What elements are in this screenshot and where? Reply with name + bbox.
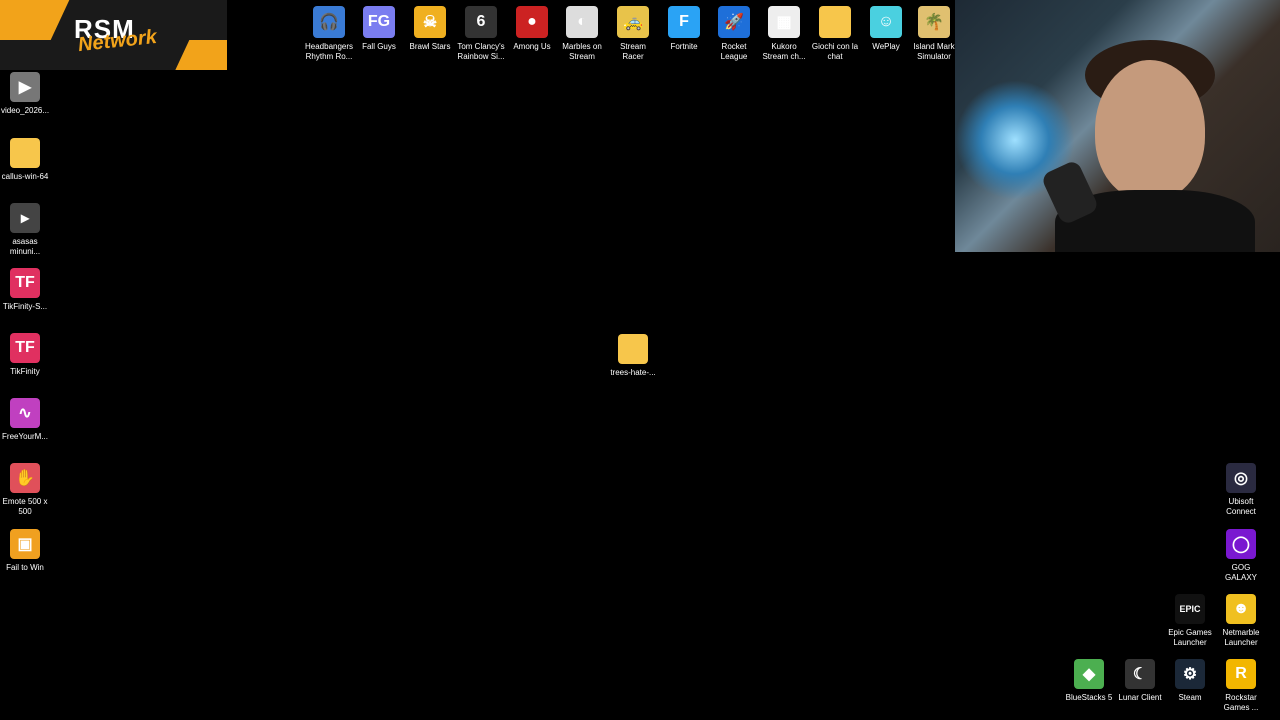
netmarble-icon: ☻ [1226, 594, 1256, 624]
kukoro-icon: ▦ [768, 6, 800, 38]
rainbow-six-icon: 6 [465, 6, 497, 38]
desktop-icon-rockstar[interactable]: R Rockstar Games ... [1217, 659, 1265, 713]
emote-image-icon: ✋ [10, 463, 40, 493]
desktop-icon-weplay[interactable]: ☺ WePlay [862, 6, 910, 52]
desktop-icon-rocket-league[interactable]: 🚀 Rocket League [710, 6, 758, 62]
video-file-icon: ▸ [10, 203, 40, 233]
tikfinity-icon: TF [10, 268, 40, 298]
desktop-icon-bluestacks[interactable]: ◆ BlueStacks 5 [1065, 659, 1113, 703]
webcam-overlay [955, 0, 1280, 252]
desktop-icon-stream-racer[interactable]: 🚕 Stream Racer [609, 6, 657, 62]
folder-icon [618, 334, 648, 364]
desktop-icon-netmarble[interactable]: ☻ Netmarble Launcher [1217, 594, 1265, 648]
desktop-icon-among-us[interactable]: ● Among Us [508, 6, 556, 52]
desktop-icon-trees-hate[interactable]: trees-hate-... [609, 334, 657, 378]
stream-racer-icon: 🚕 [617, 6, 649, 38]
lunar-client-icon: ☾ [1125, 659, 1155, 689]
gog-galaxy-icon: ◯ [1226, 529, 1256, 559]
desktop-icon-freeyourmusic[interactable]: ∿ FreeYourM... [1, 398, 49, 442]
desktop-icon-callus[interactable]: callus-win-64 [1, 138, 49, 182]
video-file-icon: ▶ [10, 72, 40, 102]
headbangers-icon: 🎧 [313, 6, 345, 38]
tikfinity-icon: TF [10, 333, 40, 363]
desktop-icon-fail-to-win[interactable]: ▣ Fail to Win [1, 529, 49, 573]
desktop-icon-headbangers[interactable]: 🎧 Headbangers Rhythm Ro... [305, 6, 353, 62]
weplay-icon: ☺ [870, 6, 902, 38]
marbles-icon: ◐ [566, 6, 598, 38]
steam-icon: ⚙ [1175, 659, 1205, 689]
desktop-icon-marbles[interactable]: ◐ Marbles on Stream [558, 6, 606, 62]
among-us-icon: ● [516, 6, 548, 38]
fortnite-icon: F [668, 6, 700, 38]
folder-icon [10, 138, 40, 168]
desktop-icon-epic[interactable]: EPIC Epic Games Launcher [1166, 594, 1214, 648]
freeyourmusic-icon: ∿ [10, 398, 40, 428]
desktop-icon-tikfinity-setup[interactable]: TF TikFinity-S... [1, 268, 49, 312]
desktop-icon-asasas[interactable]: ▸ asasas minuni... [1, 203, 49, 257]
fail-to-win-icon: ▣ [10, 529, 40, 559]
desktop-icon-gog[interactable]: ◯ GOG GALAXY [1217, 529, 1265, 583]
desktop-icon-fortnite[interactable]: F Fortnite [660, 6, 708, 52]
desktop-icon-brawl-stars[interactable]: ☠ Brawl Stars [406, 6, 454, 52]
stream-logo-overlay: RSM Network [0, 0, 227, 70]
desktop-icon-ubisoft[interactable]: ◎ Ubisoft Connect [1217, 463, 1265, 517]
desktop-icon-video[interactable]: ▶ video_2026... [1, 72, 49, 116]
desktop-icon-island-mark[interactable]: 🌴 Island Mark Simulator [910, 6, 958, 62]
desktop-icon-fall-guys[interactable]: FG Fall Guys [355, 6, 403, 52]
fall-guys-icon: FG [363, 6, 395, 38]
desktop-icon-emote[interactable]: ✋ Emote 500 x 500 [1, 463, 49, 517]
brawl-stars-icon: ☠ [414, 6, 446, 38]
desktop-icon-tikfinity[interactable]: TF TikFinity [1, 333, 49, 377]
ubisoft-icon: ◎ [1226, 463, 1256, 493]
island-mark-icon: 🌴 [918, 6, 950, 38]
rockstar-icon: R [1226, 659, 1256, 689]
desktop-icon-steam[interactable]: ⚙ Steam [1166, 659, 1214, 703]
desktop-icon-kukoro[interactable]: ▦ Kukoro Stream ch... [760, 6, 808, 62]
epic-games-icon: EPIC [1175, 594, 1205, 624]
rocket-league-icon: 🚀 [718, 6, 750, 38]
folder-icon [819, 6, 851, 38]
bluestacks-icon: ◆ [1074, 659, 1104, 689]
desktop-icon-rainbow-six[interactable]: 6 Tom Clancy's Rainbow Si... [457, 6, 505, 62]
desktop-icon-giochi-chat[interactable]: Giochi con la chat [811, 6, 859, 62]
desktop-icon-lunar-client[interactable]: ☾ Lunar Client [1116, 659, 1164, 703]
